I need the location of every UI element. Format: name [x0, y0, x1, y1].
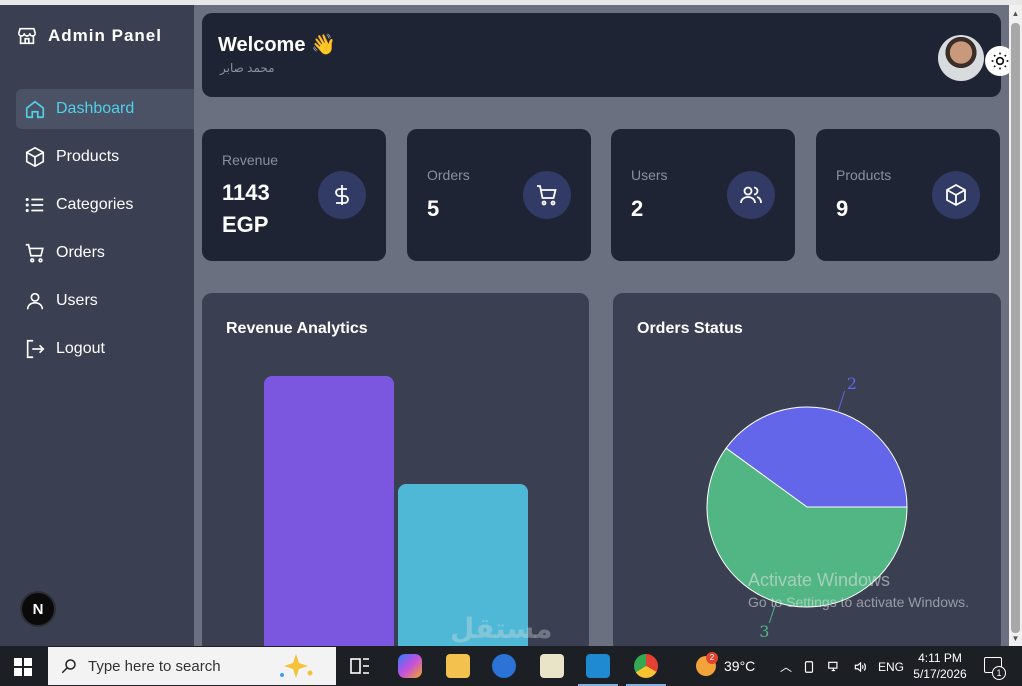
sidebar-item-label: Orders — [56, 244, 105, 261]
sidebar-item-label: Users — [56, 292, 98, 309]
sidebar-item-products[interactable]: Products — [16, 137, 194, 177]
cart-icon — [537, 185, 557, 206]
brand-name: Admin Panel — [48, 26, 162, 45]
notification-count: 1 — [992, 666, 1006, 680]
store-icon — [17, 27, 37, 45]
stat-card-revenue: Revenue 1143 EGP — [202, 129, 386, 261]
sparkle-icon — [280, 654, 313, 678]
temperature: 39°C — [724, 658, 756, 674]
stat-value: 5 — [427, 196, 440, 221]
scroll-thumb[interactable] — [1011, 23, 1020, 633]
weather-sun-icon: 2 — [696, 652, 718, 676]
stat-icon-circle — [932, 171, 980, 219]
sidebar: Admin Panel Dashboard Products Categorie… — [0, 5, 194, 646]
home-icon — [25, 100, 45, 119]
search-icon — [61, 659, 76, 674]
clock-time: 4:11 PM — [918, 651, 962, 665]
sidebar-item-label: Dashboard — [56, 100, 135, 117]
sidebar-item-label: Logout — [56, 340, 105, 357]
revenue-analytics-panel: Revenue Analytics — [202, 293, 589, 646]
site-watermark: مستقل — [450, 613, 553, 644]
sidebar-nav: Dashboard Products Categories Orders Use… — [16, 89, 194, 377]
file-explorer-icon[interactable] — [446, 654, 470, 678]
stat-card-products: Products 9 — [816, 129, 1000, 261]
cube-icon — [946, 183, 966, 207]
sidebar-item-dashboard[interactable]: Dashboard — [16, 89, 194, 129]
windows-start-icon[interactable] — [14, 658, 32, 676]
brand[interactable]: Admin Panel — [16, 25, 162, 47]
stat-value: 1143 — [222, 180, 270, 205]
scroll-up-arrow[interactable]: ▲ — [1009, 7, 1022, 21]
users-icon — [740, 186, 762, 204]
watermark-subtitle: Go to Settings to activate Windows. — [748, 594, 969, 610]
people-icon[interactable] — [802, 660, 816, 674]
dollar-icon — [335, 185, 349, 205]
taskbar-search-box[interactable]: Type here to search — [48, 647, 336, 685]
cart-icon — [25, 243, 44, 263]
sidebar-item-categories[interactable]: Categories — [16, 185, 194, 225]
volume-icon[interactable] — [852, 660, 868, 674]
pie-label-1: 3 — [759, 622, 769, 641]
system-tray: ︿ ENG — [780, 658, 904, 675]
stat-label: Products — [836, 167, 892, 183]
scroll-down-arrow[interactable]: ▼ — [1009, 632, 1022, 646]
admin-app: Admin Panel Dashboard Products Categorie… — [0, 0, 1022, 646]
store-app-icon[interactable] — [492, 654, 516, 678]
sidebar-item-label: Products — [56, 148, 120, 165]
weather-badge: 2 — [706, 652, 718, 664]
list-icon — [25, 197, 44, 213]
taskbar: Type here to search 2 39°C ︿ ENG 4:11 PM… — [0, 646, 1022, 686]
chrome-icon[interactable] — [634, 654, 658, 678]
sidebar-item-users[interactable]: Users — [16, 281, 194, 321]
stat-icon-circle — [727, 171, 775, 219]
stat-label: Revenue — [222, 152, 279, 168]
activation-watermark: Activate Windows Go to Settings to activ… — [748, 570, 969, 610]
welcome-header: Welcome 👋 محمد صابر — [202, 13, 1015, 97]
stat-icon-circle — [318, 171, 366, 219]
notes-app-icon[interactable] — [540, 654, 564, 678]
sidebar-item-label: Categories — [56, 196, 134, 213]
stat-value: 2 — [631, 196, 644, 221]
clock-date: 5/17/2026 — [913, 667, 967, 681]
avatar[interactable] — [938, 35, 984, 81]
stat-card-users: Users 2 — [611, 129, 795, 261]
pie-label-line-0 — [837, 390, 846, 413]
user-icon — [26, 292, 44, 310]
task-view-icon[interactable] — [348, 654, 372, 678]
vscode-icon[interactable] — [586, 654, 610, 678]
stat-unit: EGP — [222, 212, 269, 237]
copilot-icon[interactable] — [398, 654, 422, 678]
chevron-up-icon[interactable]: ︿ — [780, 658, 792, 675]
revenue-bar-chart — [264, 376, 528, 646]
search-placeholder: Type here to search — [88, 657, 221, 675]
weather-widget[interactable]: 2 39°C — [696, 652, 756, 676]
network-icon[interactable] — [826, 660, 842, 674]
bar-0 — [264, 376, 394, 646]
watermark-title: Activate Windows — [748, 570, 891, 590]
stat-icon-circle — [523, 171, 571, 219]
stat-card-orders: Orders 5 — [407, 129, 591, 261]
pie-label-0: 2 — [847, 374, 857, 393]
language-indicator[interactable]: ENG — [878, 660, 904, 674]
sidebar-item-logout[interactable]: Logout — [16, 329, 194, 369]
user-name: محمد صابر — [220, 61, 275, 75]
sidebar-item-orders[interactable]: Orders — [16, 233, 194, 273]
framework-badge[interactable]: N — [20, 591, 56, 627]
page-scrollbar[interactable]: ▲ ▼ — [1009, 5, 1022, 646]
stat-label: Orders — [427, 167, 470, 183]
logout-icon — [26, 339, 45, 359]
stat-label: Users — [631, 167, 668, 183]
welcome-title: Welcome 👋 — [218, 34, 336, 56]
clock[interactable]: 4:11 PM 5/17/2026 — [906, 650, 974, 682]
box-icon — [25, 146, 45, 168]
stat-value: 9 — [836, 196, 849, 221]
sun-icon — [991, 52, 1009, 70]
